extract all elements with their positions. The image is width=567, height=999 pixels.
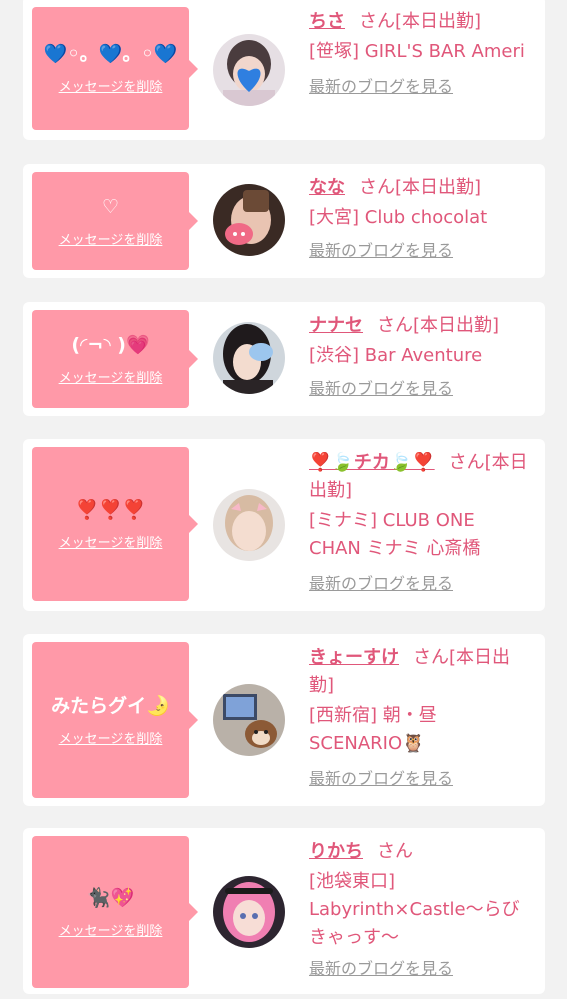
avatar[interactable] <box>213 184 285 256</box>
avatar[interactable] <box>213 489 285 561</box>
avatar[interactable] <box>213 876 285 948</box>
avatar-photo <box>213 34 285 106</box>
shop-name: [ミナミ] CLUB ONE CHAN ミナミ 心斎橋 <box>309 510 481 559</box>
message-bubble: (◜¬◝ )💗 メッセージを削除 <box>32 310 198 408</box>
avatar-photo <box>213 684 285 756</box>
entry-info: きょーすけ さん[本日出勤] [西新宿] 朝・昼 SCENARIO🦉 最新のブログ… <box>309 644 531 790</box>
message-bubble: 🐈‍⬛💖 メッセージを削除 <box>32 836 198 988</box>
cast-name-link[interactable]: ちさ <box>309 11 345 32</box>
message-card: 💙◦。💙。◦💙 メッセージを削除 ちさ さん[本日出勤] [笹塚] GIRL'S … <box>23 0 545 140</box>
avatar[interactable] <box>213 684 285 756</box>
cast-name-link[interactable]: きょーすけ <box>309 647 399 668</box>
message-card: みたらグイ🌛 メッセージを削除 きょーすけ さん[本日出勤] [西新宿] 朝・昼 … <box>23 634 545 806</box>
message-text: ♡ <box>101 195 120 218</box>
delete-message-link[interactable]: メッセージを削除 <box>59 728 163 747</box>
cast-status: さん <box>377 841 413 862</box>
avatar-photo <box>213 184 285 256</box>
latest-blog-link[interactable]: 最新のブログを見る <box>309 76 453 98</box>
message-text: みたらグイ🌛 <box>51 694 170 717</box>
entry-info: なな さん[本日出勤] [大宮] Club chocolat 最新のブログを見る <box>309 174 531 262</box>
message-text: ❣️❣️❣️ <box>75 498 146 521</box>
avatar-photo <box>213 876 285 948</box>
avatar[interactable] <box>213 322 285 394</box>
avatar[interactable] <box>213 34 285 106</box>
cast-name-link[interactable]: ナナセ <box>309 315 363 336</box>
cast-name-link[interactable]: ❣️🍃チカ🍃❣️ <box>309 452 435 473</box>
latest-blog-link[interactable]: 最新のブログを見る <box>309 378 453 400</box>
shop-name: [池袋東口] Labyrinth×Castle〜らびきゃっす〜 <box>309 871 520 948</box>
delete-message-link[interactable]: メッセージを削除 <box>59 532 163 551</box>
delete-message-link[interactable]: メッセージを削除 <box>59 76 163 95</box>
cast-status: さん[本日出勤] <box>359 177 482 198</box>
entry-info: りかち さん [池袋東口] Labyrinth×Castle〜らびきゃっす〜 最新… <box>309 838 531 980</box>
shop-name: [大宮] Club chocolat <box>309 207 488 228</box>
cast-status: さん[本日出勤] <box>359 11 482 32</box>
message-bubble: ♡ メッセージを削除 <box>32 172 198 270</box>
message-bubble: みたらグイ🌛 メッセージを削除 <box>32 642 198 798</box>
message-bubble: 💙◦。💙。◦💙 メッセージを削除 <box>32 7 198 130</box>
shop-name: [笹塚] GIRL'S BAR Ameri <box>309 41 525 62</box>
message-text: 💙◦。💙。◦💙 <box>43 43 178 65</box>
latest-blog-link[interactable]: 最新のブログを見る <box>309 240 453 262</box>
entry-info: ちさ さん[本日出勤] [笹塚] GIRL'S BAR Ameri 最新のブログを… <box>309 8 531 98</box>
latest-blog-link[interactable]: 最新のブログを見る <box>309 958 453 980</box>
cast-status: さん[本日出勤] <box>377 315 500 336</box>
message-card: ♡ メッセージを削除 なな さん[本日出勤] [大宮] Club chocolat… <box>23 164 545 278</box>
latest-blog-link[interactable]: 最新のブログを見る <box>309 768 453 790</box>
message-card: ❣️❣️❣️ メッセージを削除 ❣️🍃チカ🍃❣️ さん[本日出勤] [ミナミ] C… <box>23 439 545 611</box>
cast-name-link[interactable]: なな <box>309 177 345 198</box>
message-card: (◜¬◝ )💗 メッセージを削除 ナナセ さん[本日出勤] [渋谷] Bar Av… <box>23 302 545 416</box>
delete-message-link[interactable]: メッセージを削除 <box>59 920 163 939</box>
avatar-photo <box>213 322 285 394</box>
entry-info: ナナセ さん[本日出勤] [渋谷] Bar Aventure 最新のブログを見る <box>309 312 531 400</box>
delete-message-link[interactable]: メッセージを削除 <box>59 229 163 248</box>
message-bubble: ❣️❣️❣️ メッセージを削除 <box>32 447 198 601</box>
message-text: (◜¬◝ )💗 <box>71 333 150 356</box>
latest-blog-link[interactable]: 最新のブログを見る <box>309 573 453 595</box>
message-text: 🐈‍⬛💖 <box>86 886 135 909</box>
delete-message-link[interactable]: メッセージを削除 <box>59 367 163 386</box>
shop-name: [西新宿] 朝・昼 SCENARIO🦉 <box>309 705 437 754</box>
avatar-photo <box>213 489 285 561</box>
message-card: 🐈‍⬛💖 メッセージを削除 りかち さん [池袋東口] Labyrinth×Cas… <box>23 828 545 994</box>
cast-name-link[interactable]: りかち <box>309 841 363 862</box>
shop-name: [渋谷] Bar Aventure <box>309 345 483 366</box>
entry-info: ❣️🍃チカ🍃❣️ さん[本日出勤] [ミナミ] CLUB ONE CHAN ミナミ… <box>309 449 531 595</box>
message-feed: 💙◦。💙。◦💙 メッセージを削除 ちさ さん[本日出勤] [笹塚] GIRL'S … <box>0 0 567 999</box>
